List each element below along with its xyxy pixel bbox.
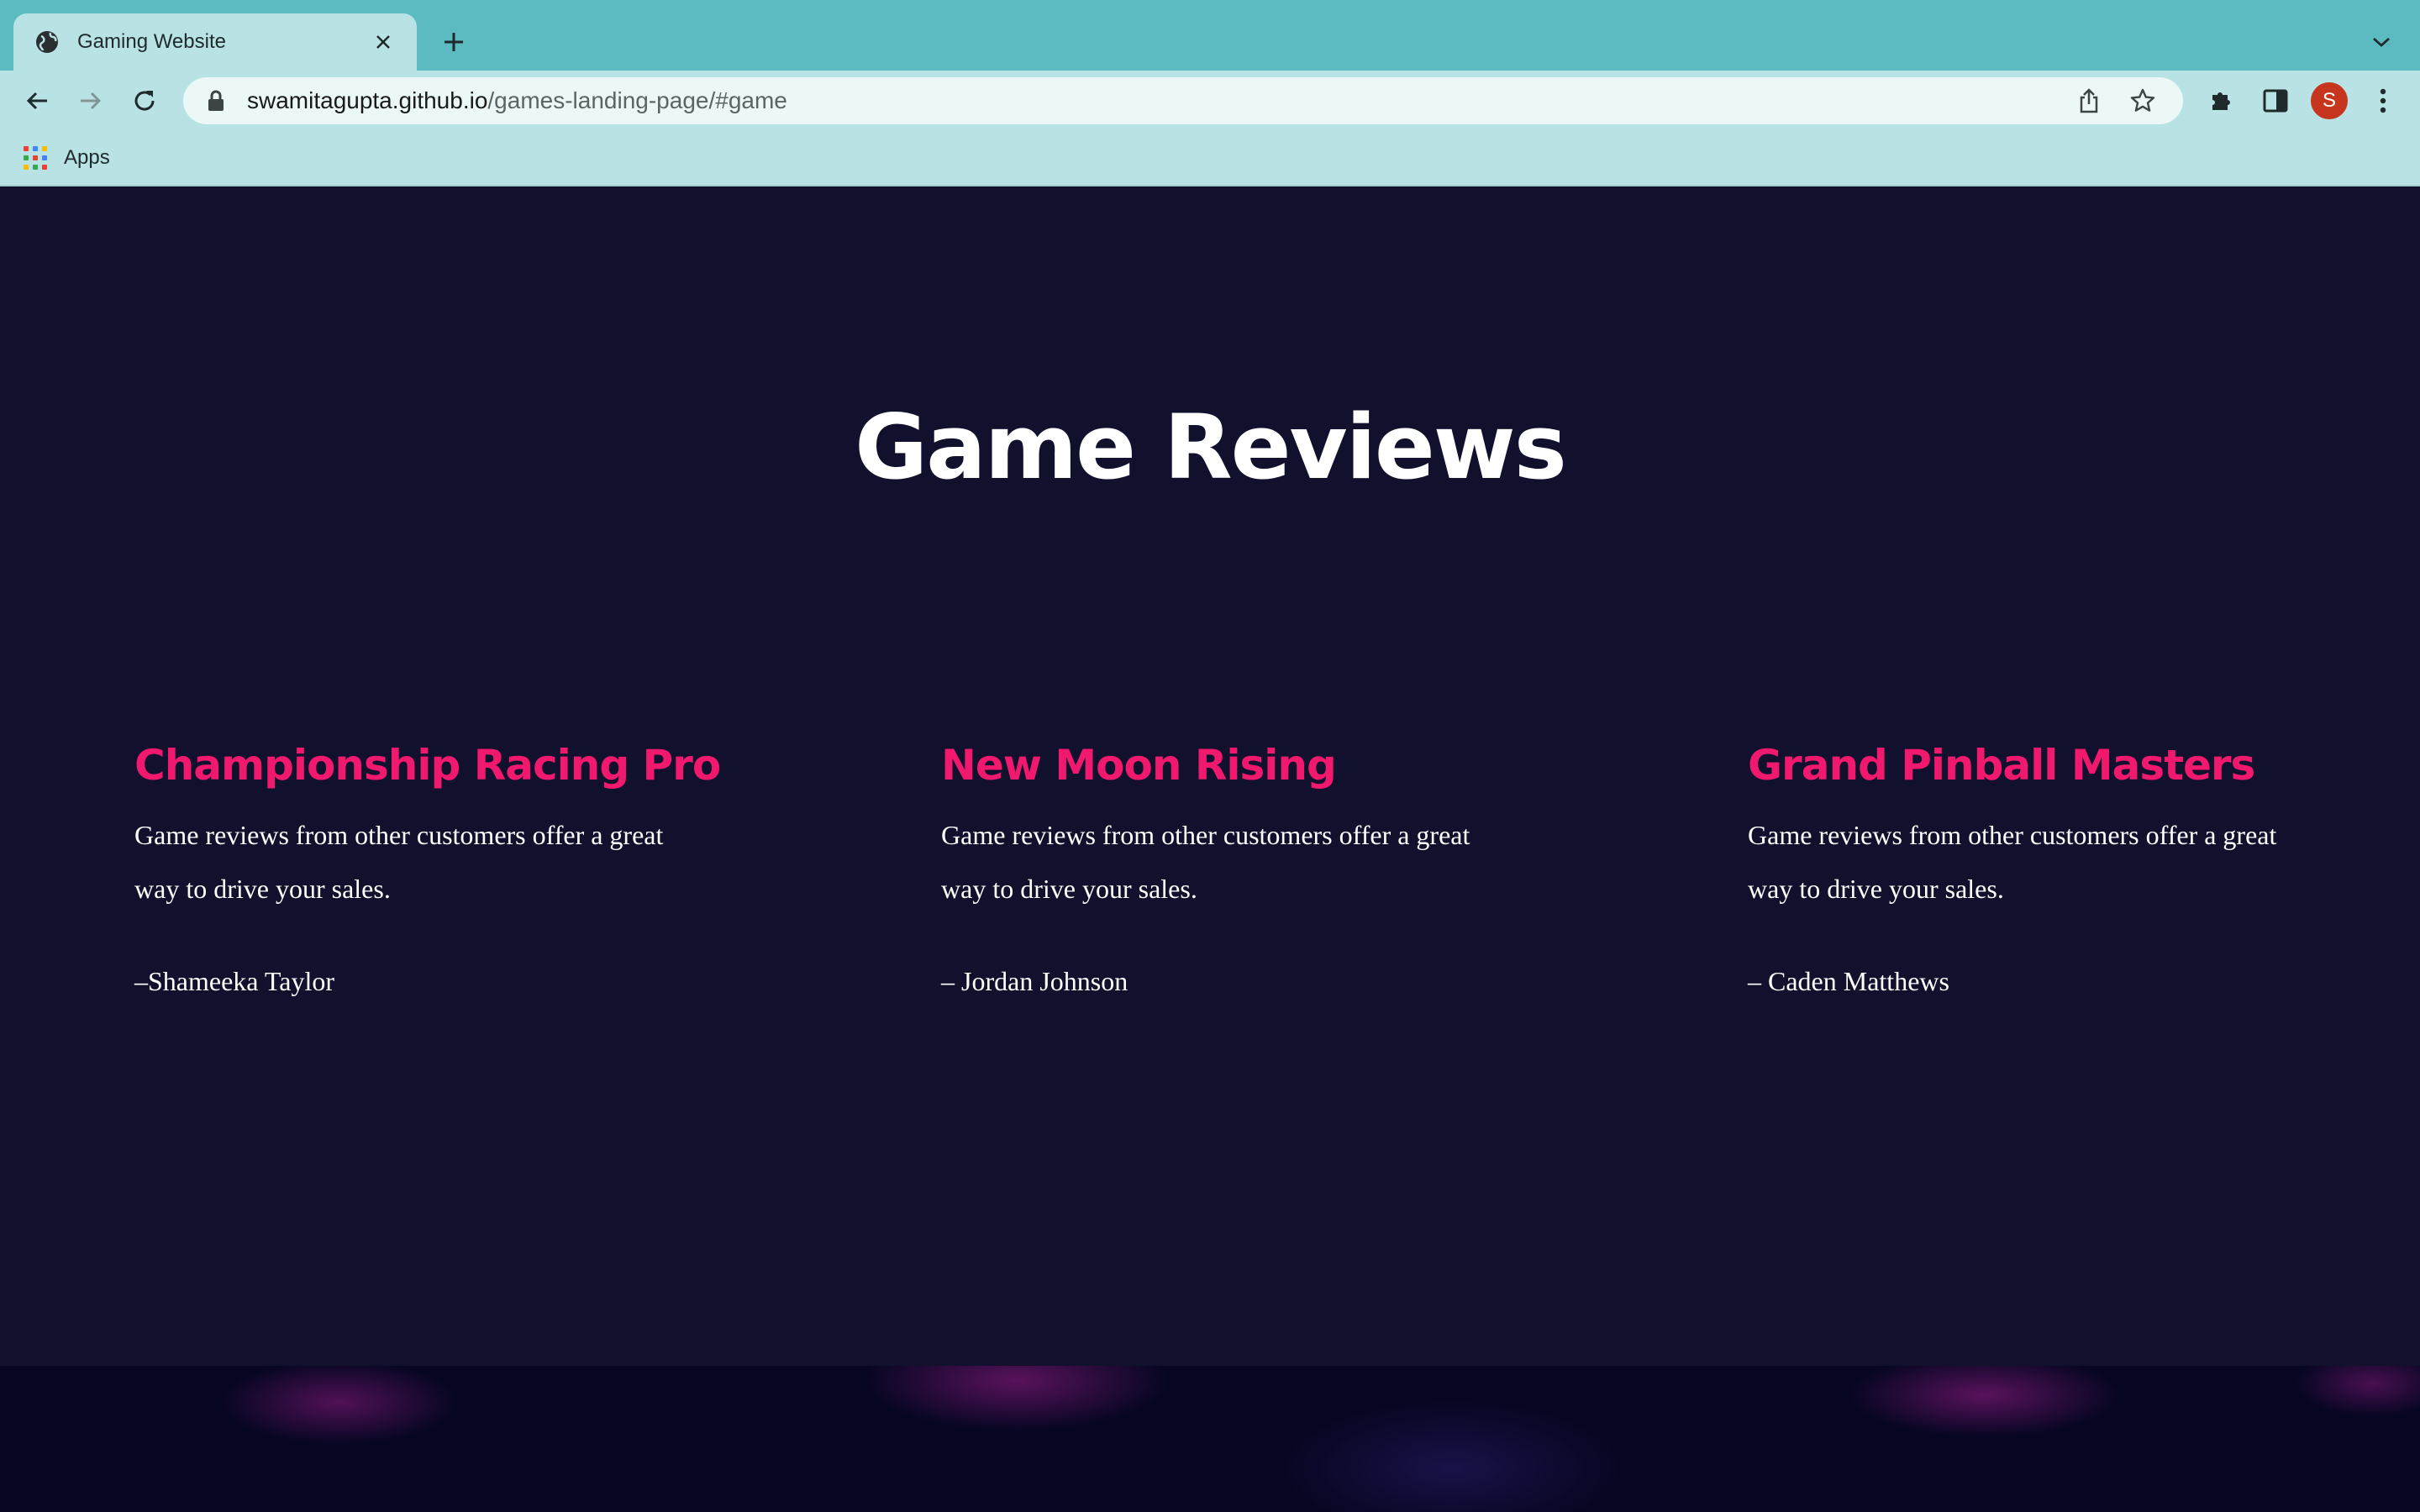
apps-grid-icon — [24, 146, 47, 170]
reload-icon[interactable] — [126, 82, 163, 119]
share-icon[interactable] — [2072, 84, 2106, 118]
bookmark-apps[interactable]: Apps — [24, 143, 110, 173]
kebab-menu-icon[interactable] — [2365, 82, 2402, 119]
address-bar[interactable]: swamitagupta.github.io/games-landing-pag… — [183, 77, 2183, 124]
tab-title: Gaming Website — [77, 30, 226, 53]
lock-icon[interactable] — [207, 89, 230, 113]
review-body: Game reviews from other customers offer … — [1748, 820, 2277, 904]
puzzle-icon[interactable] — [2203, 82, 2240, 119]
bookmark-apps-label: Apps — [64, 146, 110, 169]
url-text[interactable]: swamitagupta.github.io/games-landing-pag… — [247, 87, 2052, 114]
review-card: New Moon Rising Game reviews from other … — [941, 744, 1512, 995]
review-body: Game reviews from other customers offer … — [134, 820, 664, 904]
url-host: swamitagupta.github.io — [247, 87, 488, 113]
review-title: Championship Racing Pro — [134, 741, 721, 790]
review-author: – Caden Matthews — [1748, 966, 1949, 996]
star-icon[interactable] — [2126, 84, 2160, 118]
section-title: Game Reviews — [855, 396, 1567, 499]
url-path: /games-landing-page/#game — [487, 87, 787, 113]
chevron-down-icon[interactable] — [2366, 29, 2396, 55]
review-author: – Jordan Johnson — [941, 966, 1128, 996]
globe-icon — [34, 29, 60, 55]
profile-avatar[interactable]: S — [2311, 82, 2348, 119]
game-reviews-page: Game Reviews Championship Racing Pro Gam… — [0, 186, 2420, 1512]
bookmarks-bar: Apps — [0, 131, 2420, 186]
tab-strip: Gaming Website — [0, 0, 2420, 71]
review-title: Grand Pinball Masters — [1748, 741, 2255, 790]
review-title: New Moon Rising — [941, 741, 1337, 790]
review-card: Grand Pinball Masters Game reviews from … — [1748, 744, 2319, 995]
review-author: –Shameeka Taylor — [134, 966, 334, 996]
footer-background-image — [0, 1366, 2420, 1512]
browser-toolbar: swamitagupta.github.io/games-landing-pag… — [0, 71, 2420, 131]
review-card: Championship Racing Pro Game reviews fro… — [134, 741, 721, 996]
browser-tab-gaming-website[interactable]: Gaming Website — [13, 13, 417, 71]
close-icon[interactable] — [370, 29, 397, 55]
review-body: Game reviews from other customers offer … — [941, 820, 1470, 904]
sidebar-icon[interactable] — [2257, 82, 2294, 119]
plus-icon[interactable] — [437, 25, 471, 59]
forward-arrow-icon[interactable] — [72, 82, 109, 119]
back-arrow-icon[interactable] — [18, 82, 55, 119]
